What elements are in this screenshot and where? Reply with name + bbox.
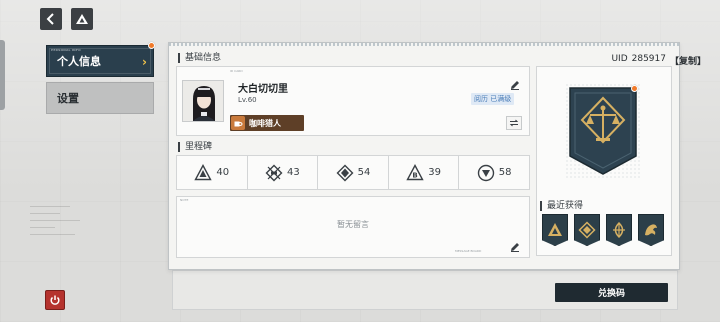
avatar-portrait <box>183 81 223 121</box>
sidebar-item-tiny-label: PERSONAL INFO <box>51 48 81 52</box>
section-title-basic-info: 基础信息 <box>178 53 221 63</box>
milestone-item[interactable]: B 39 <box>389 156 460 189</box>
copy-uid-button[interactable]: 【复制】 <box>670 54 706 67</box>
player-level: Lv.60 <box>238 96 257 104</box>
sidebar-item-label: 设置 <box>57 92 79 105</box>
milestone-item[interactable]: 43 <box>248 156 319 189</box>
power-icon <box>50 295 60 305</box>
swap-title-button[interactable] <box>506 116 522 130</box>
milestone-value: 54 <box>357 167 371 178</box>
recent-badge[interactable] <box>638 214 664 246</box>
coffee-cup-icon <box>231 116 245 130</box>
experience-badge: 阅历 已满级 <box>471 93 515 105</box>
power-button[interactable] <box>45 290 65 310</box>
swap-icon <box>509 119 519 127</box>
triangle-logo-icon <box>76 14 88 24</box>
milestone-item[interactable]: 40 <box>177 156 248 189</box>
milestone-value: 40 <box>216 167 230 178</box>
sidebar-item-settings[interactable]: 设置 <box>46 82 154 114</box>
left-edge-handle[interactable] <box>0 40 5 110</box>
dragon-crest-icon <box>645 224 657 236</box>
message-tiny-label: NOTE <box>180 198 189 202</box>
milestone-item[interactable]: 58 <box>459 156 529 189</box>
sidebar-item-personal-info[interactable]: PERSONAL INFO 个人信息 › <box>46 45 154 77</box>
recent-badges <box>542 214 664 246</box>
edit-name-icon[interactable] <box>510 80 520 90</box>
recent-badge[interactable] <box>542 214 568 246</box>
chevron-right-icon: › <box>142 55 147 69</box>
leaf-crest-icon <box>613 221 625 239</box>
section-title-recent: 最近获得 <box>540 201 583 211</box>
milestone-row: 40 43 54 B 39 58 <box>176 155 530 190</box>
scales-emblem-icon[interactable] <box>566 84 640 178</box>
milestone-value: 39 <box>428 167 441 178</box>
triangle-crest-icon <box>548 223 562 236</box>
sidebar-item-label: 个人信息 <box>57 55 101 68</box>
title-tag[interactable]: 咖啡猎人 <box>230 115 304 131</box>
avatar[interactable] <box>182 80 224 122</box>
milestone-value: 58 <box>498 167 512 178</box>
arrow-emblem-icon <box>336 164 354 181</box>
milestone-item[interactable]: 54 <box>318 156 389 189</box>
triangle-emblem-icon <box>194 163 213 180</box>
diamond-crest-icon <box>578 221 596 239</box>
redeem-code-button[interactable]: 兑换码 <box>555 283 668 302</box>
svg-text:B: B <box>413 171 418 179</box>
alert-dot <box>631 85 638 92</box>
title-tag-label: 咖啡猎人 <box>249 118 281 128</box>
chevron-left-icon <box>46 13 54 25</box>
circle-triangle-icon <box>477 164 494 181</box>
back-button[interactable] <box>40 8 62 30</box>
home-button[interactable] <box>71 8 93 30</box>
decorative-scribbles <box>30 200 90 280</box>
milestone-value: 43 <box>287 167 300 178</box>
edit-message-icon[interactable] <box>510 242 520 252</box>
section-title-milestones: 里程碑 <box>178 142 212 152</box>
badge-b-icon: B <box>406 163 424 180</box>
recent-badge[interactable] <box>606 214 632 246</box>
crossed-diamond-icon <box>265 164 283 181</box>
player-name: 大白切切里 <box>238 84 288 95</box>
profile-tiny-label: ID CARD <box>230 69 243 73</box>
recent-badge[interactable] <box>574 214 600 246</box>
message-footer-tiny: MESSAGE BOARD <box>455 249 482 253</box>
message-empty-text: 暂无留言 <box>337 220 369 229</box>
alert-dot <box>148 42 155 49</box>
